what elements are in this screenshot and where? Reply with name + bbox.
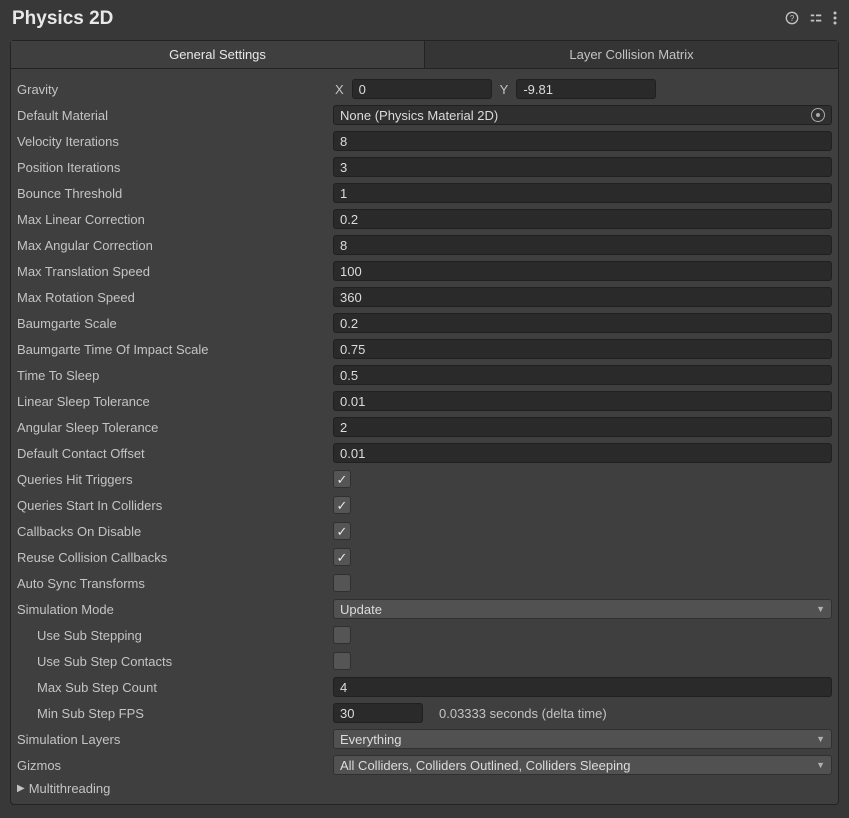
max-sub-step-count-label: Max Sub Step Count bbox=[15, 680, 333, 695]
gravity-y-label: Y bbox=[498, 82, 511, 97]
callbacks-on-disable-label: Callbacks On Disable bbox=[15, 524, 333, 539]
svg-text:?: ? bbox=[790, 14, 795, 23]
tab-general-settings[interactable]: General Settings bbox=[11, 41, 425, 68]
default-material-value: None (Physics Material 2D) bbox=[340, 108, 498, 123]
chevron-down-icon: ▼ bbox=[816, 760, 825, 770]
gizmos-dropdown[interactable]: All Colliders, Colliders Outlined, Colli… bbox=[333, 755, 832, 775]
min-sub-step-fps-input[interactable] bbox=[333, 703, 423, 723]
simulation-mode-dropdown[interactable]: Update ▼ bbox=[333, 599, 832, 619]
bounce-threshold-label: Bounce Threshold bbox=[15, 186, 333, 201]
angular-sleep-tolerance-label: Angular Sleep Tolerance bbox=[15, 420, 333, 435]
simulation-mode-value: Update bbox=[340, 602, 382, 617]
settings-panel: General Settings Layer Collision Matrix … bbox=[10, 40, 839, 805]
position-iterations-label: Position Iterations bbox=[15, 160, 333, 175]
gravity-x-input[interactable] bbox=[352, 79, 492, 99]
gravity-y-input[interactable] bbox=[516, 79, 656, 99]
time-to-sleep-label: Time To Sleep bbox=[15, 368, 333, 383]
baumgarte-toi-label: Baumgarte Time Of Impact Scale bbox=[15, 342, 333, 357]
multithreading-foldout[interactable]: ▶ Multithreading bbox=[15, 779, 834, 798]
min-sub-step-fps-note: 0.03333 seconds (delta time) bbox=[439, 706, 607, 721]
max-rotation-speed-label: Max Rotation Speed bbox=[15, 290, 333, 305]
menu-icon[interactable] bbox=[833, 11, 837, 28]
triangle-right-icon: ▶ bbox=[17, 783, 25, 794]
max-linear-correction-input[interactable] bbox=[333, 209, 832, 229]
use-sub-stepping-checkbox[interactable] bbox=[333, 626, 351, 644]
default-contact-offset-label: Default Contact Offset bbox=[15, 446, 333, 461]
baumgarte-scale-input[interactable] bbox=[333, 313, 832, 333]
min-sub-step-fps-label: Min Sub Step FPS bbox=[15, 706, 333, 721]
gizmos-label: Gizmos bbox=[15, 758, 333, 773]
object-picker-icon[interactable] bbox=[811, 108, 825, 122]
gizmos-value: All Colliders, Colliders Outlined, Colli… bbox=[340, 758, 630, 773]
default-contact-offset-input[interactable] bbox=[333, 443, 832, 463]
tab-layer-collision-matrix[interactable]: Layer Collision Matrix bbox=[425, 41, 838, 68]
linear-sleep-tolerance-input[interactable] bbox=[333, 391, 832, 411]
chevron-down-icon: ▼ bbox=[816, 734, 825, 744]
linear-sleep-tolerance-label: Linear Sleep Tolerance bbox=[15, 394, 333, 409]
max-angular-correction-input[interactable] bbox=[333, 235, 832, 255]
default-material-field[interactable]: None (Physics Material 2D) bbox=[333, 105, 832, 125]
auto-sync-transforms-label: Auto Sync Transforms bbox=[15, 576, 333, 591]
gravity-label: Gravity bbox=[15, 82, 333, 97]
baumgarte-scale-label: Baumgarte Scale bbox=[15, 316, 333, 331]
use-sub-step-contacts-label: Use Sub Step Contacts bbox=[15, 654, 333, 669]
reuse-collision-callbacks-label: Reuse Collision Callbacks bbox=[15, 550, 333, 565]
queries-start-in-colliders-label: Queries Start In Colliders bbox=[15, 498, 333, 513]
chevron-down-icon: ▼ bbox=[816, 604, 825, 614]
max-angular-correction-label: Max Angular Correction bbox=[15, 238, 333, 253]
header: Physics 2D ? bbox=[0, 0, 849, 34]
max-sub-step-count-input[interactable] bbox=[333, 677, 832, 697]
header-actions: ? bbox=[785, 11, 837, 28]
max-rotation-speed-input[interactable] bbox=[333, 287, 832, 307]
simulation-layers-label: Simulation Layers bbox=[15, 732, 333, 747]
simulation-mode-label: Simulation Mode bbox=[15, 602, 333, 617]
position-iterations-input[interactable] bbox=[333, 157, 832, 177]
bounce-threshold-input[interactable] bbox=[333, 183, 832, 203]
callbacks-on-disable-checkbox[interactable] bbox=[333, 522, 351, 540]
auto-sync-transforms-checkbox[interactable] bbox=[333, 574, 351, 592]
use-sub-stepping-label: Use Sub Stepping bbox=[15, 628, 333, 643]
help-icon[interactable]: ? bbox=[785, 11, 799, 28]
queries-hit-triggers-label: Queries Hit Triggers bbox=[15, 472, 333, 487]
max-linear-correction-label: Max Linear Correction bbox=[15, 212, 333, 227]
time-to-sleep-input[interactable] bbox=[333, 365, 832, 385]
gravity-x-label: X bbox=[333, 82, 346, 97]
reuse-collision-callbacks-checkbox[interactable] bbox=[333, 548, 351, 566]
max-translation-speed-input[interactable] bbox=[333, 261, 832, 281]
use-sub-step-contacts-checkbox[interactable] bbox=[333, 652, 351, 670]
velocity-iterations-label: Velocity Iterations bbox=[15, 134, 333, 149]
simulation-layers-value: Everything bbox=[340, 732, 401, 747]
general-settings-content: Gravity X Y Default Material None (Physi… bbox=[11, 69, 838, 804]
page-title: Physics 2D bbox=[12, 8, 113, 30]
angular-sleep-tolerance-input[interactable] bbox=[333, 417, 832, 437]
preset-icon[interactable] bbox=[809, 11, 823, 28]
queries-hit-triggers-checkbox[interactable] bbox=[333, 470, 351, 488]
multithreading-label: Multithreading bbox=[29, 781, 111, 796]
simulation-layers-dropdown[interactable]: Everything ▼ bbox=[333, 729, 832, 749]
default-material-label: Default Material bbox=[15, 108, 333, 123]
baumgarte-toi-input[interactable] bbox=[333, 339, 832, 359]
tab-bar: General Settings Layer Collision Matrix bbox=[11, 41, 838, 69]
max-translation-speed-label: Max Translation Speed bbox=[15, 264, 333, 279]
velocity-iterations-input[interactable] bbox=[333, 131, 832, 151]
queries-start-in-colliders-checkbox[interactable] bbox=[333, 496, 351, 514]
